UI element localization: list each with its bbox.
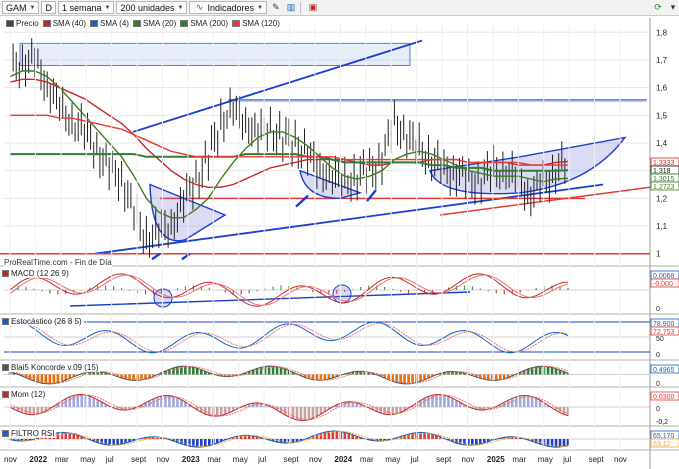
- last-value-label: 1,2723: [653, 184, 675, 191]
- time-axis-tick: may: [233, 455, 248, 464]
- time-axis-tick: sept: [284, 455, 300, 464]
- legend-color-chip: [180, 20, 189, 27]
- toolbar: GAM ▼ D 1 semana ▼ 200 unidades ▼ ∿ Indicado…: [0, 0, 679, 16]
- interval-label: 1 semana: [61, 2, 102, 13]
- price-axis-tick: 1,6: [656, 84, 668, 93]
- legend-item-label[interactable]: SMA (120): [242, 19, 280, 28]
- time-axis-tick: jul: [105, 455, 114, 464]
- pane-label[interactable]: FILTRO RSI: [2, 428, 57, 438]
- price-axis-tick: 1,4: [656, 139, 668, 148]
- pane-axis-tick: 0: [656, 352, 660, 359]
- time-axis-tick: 2023: [182, 455, 200, 464]
- price-axis-tick: 1,5: [656, 111, 668, 120]
- indicators-label: Indicadores: [207, 2, 254, 13]
- pane-value-label: -0,000: [653, 281, 673, 288]
- units-selector[interactable]: 200 unidades ▼: [116, 1, 188, 14]
- legend-item-label[interactable]: SMA (4): [100, 19, 129, 28]
- draw-icon[interactable]: ✎: [270, 2, 282, 14]
- chart-area[interactable]: 1,81,71,61,51,41,31,21,111,33331,3181,30…: [0, 16, 679, 469]
- time-axis-tick: may: [80, 455, 95, 464]
- time-axis-tick: mar: [360, 455, 374, 464]
- symbol-selector[interactable]: GAM ▼: [2, 1, 40, 14]
- time-axis-tick: sept: [436, 455, 452, 464]
- pane-label[interactable]: Estocástico (26 8 5): [2, 316, 84, 326]
- pane-value-label: 63,12: [653, 441, 671, 448]
- chart-legend: Precio SMA (40) SMA (4) SMA (20) SMA (200) SM…: [2, 18, 280, 29]
- pane-label-text: FILTRO RSI: [11, 428, 55, 438]
- time-axis-tick: 2024: [334, 455, 352, 464]
- drawing-resistance-band: [228, 99, 647, 102]
- pane-label[interactable]: Blai5 Koncorde v.09 (15): [2, 362, 101, 372]
- refresh-icon[interactable]: ⟳: [652, 2, 664, 14]
- pane-value-label: 72,753: [653, 329, 675, 336]
- interval-selector[interactable]: 1 semana ▼: [57, 1, 115, 14]
- pane-axis-tick: 0: [656, 406, 660, 413]
- time-axis-tick: mar: [207, 455, 221, 464]
- pane-value-label: 0,4965: [653, 367, 675, 374]
- price-axis-tick: 1,7: [656, 56, 668, 65]
- legend-item-label[interactable]: SMA (200): [190, 19, 228, 28]
- indicator-color-chip: [2, 317, 9, 325]
- toolbar-divider: [299, 1, 301, 14]
- pane-label[interactable]: MACD (12 26 9): [2, 268, 71, 278]
- price-axis-tick: 1,2: [656, 194, 668, 203]
- time-axis-tick: jul: [257, 455, 266, 464]
- legend-color-chip: [6, 20, 14, 27]
- legend-item-label[interactable]: Precio: [16, 19, 39, 28]
- legend-color-chip: [232, 20, 241, 27]
- chevron-down-icon: ▼: [177, 4, 184, 11]
- time-axis-tick: mar: [55, 455, 69, 464]
- period-label: D: [45, 2, 52, 13]
- pane-label-text: Estocástico (26 8 5): [11, 316, 82, 326]
- indicator-color-chip: [2, 269, 9, 277]
- time-axis-tick: 2025: [487, 455, 505, 464]
- time-axis-tick: nov: [614, 455, 627, 464]
- indicator-color-chip: [2, 390, 9, 398]
- price-axis-tick: 1,8: [656, 28, 668, 37]
- chevron-down-icon: ▼: [104, 4, 111, 11]
- time-axis-tick: nov: [309, 455, 322, 464]
- pane-axis-tick: 50: [656, 336, 664, 343]
- time-axis-tick: nov: [157, 455, 170, 464]
- indicator-color-chip: [2, 363, 9, 371]
- menu-icon[interactable]: ▾: [667, 2, 679, 14]
- legend-item-label[interactable]: SMA (20): [143, 19, 176, 28]
- oscillator-signal-line: [9, 322, 569, 353]
- time-axis-tick: 2022: [29, 455, 47, 464]
- time-axis-tick: jul: [410, 455, 419, 464]
- legend-color-chip: [90, 20, 99, 27]
- pane-axis-tick: 0: [656, 306, 660, 313]
- time-axis-tick: jul: [562, 455, 571, 464]
- legend-color-chip: [42, 20, 51, 27]
- source-label: ProRealTime.com - Fin de Día: [4, 258, 112, 267]
- pane-label-text: MACD (12 26 9): [11, 268, 69, 278]
- chevron-down-icon: ▼: [257, 4, 263, 11]
- symbol-label: GAM: [6, 2, 27, 13]
- pane-label-text: Mom (12): [11, 389, 46, 399]
- price-axis-tick: 1,1: [656, 222, 668, 231]
- chevron-down-icon: ▼: [29, 4, 36, 11]
- time-axis-tick: nov: [462, 455, 475, 464]
- chart-type-icon[interactable]: ▥: [285, 2, 297, 14]
- time-axis-tick: sept: [131, 455, 147, 464]
- indicators-button[interactable]: ∿ Indicadores ▼: [189, 1, 267, 14]
- time-axis-tick: nov: [4, 455, 17, 464]
- indicator-icon: ∿: [195, 2, 204, 12]
- units-label: 200 unidades: [120, 2, 175, 13]
- pane-label[interactable]: Mom (12): [2, 389, 48, 399]
- legend-item-label[interactable]: SMA (40): [53, 19, 86, 28]
- pane-label-text: Blai5 Koncorde v.09 (15): [11, 362, 99, 372]
- pane-value-label: 0,0300: [653, 394, 675, 401]
- time-axis-tick: may: [385, 455, 400, 464]
- time-axis-tick: mar: [512, 455, 526, 464]
- period-button[interactable]: D: [41, 1, 56, 14]
- legend-color-chip: [132, 20, 141, 27]
- indicator-color-chip: [2, 429, 9, 437]
- time-axis-tick: may: [538, 455, 553, 464]
- price-axis-tick: 1: [656, 250, 661, 259]
- time-axis-tick: sept: [589, 455, 605, 464]
- settings-icon[interactable]: ▣: [307, 2, 319, 14]
- pane-axis-tick: -0,2: [656, 419, 668, 426]
